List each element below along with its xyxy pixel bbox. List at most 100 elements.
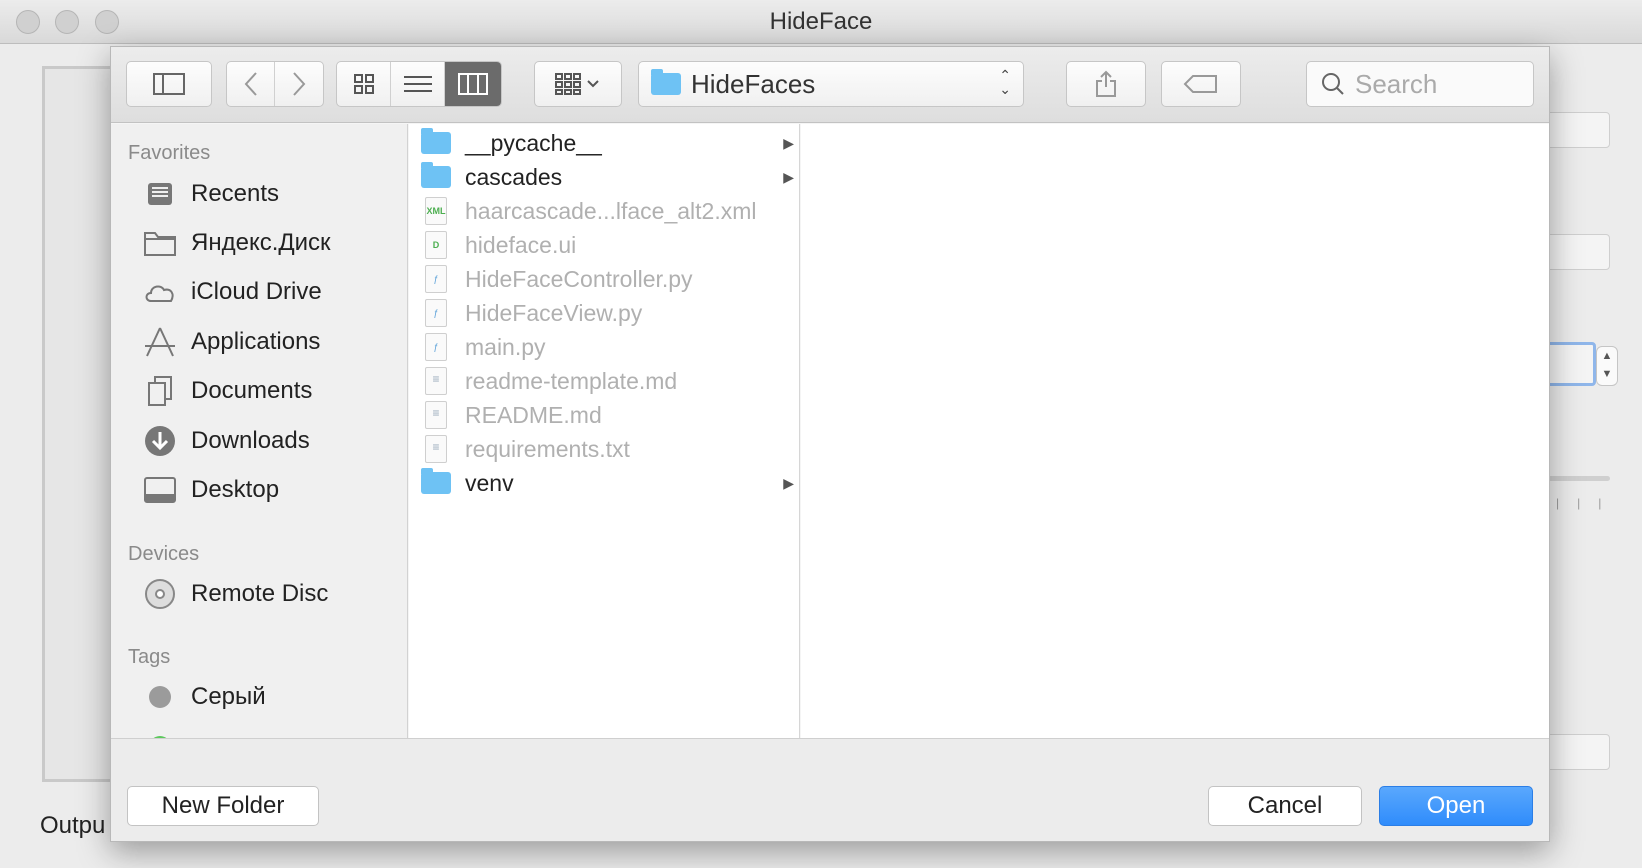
desktop-icon bbox=[143, 474, 177, 506]
sidebar-item-label: Recents bbox=[191, 180, 280, 207]
list-item[interactable]: cascades ▶ bbox=[409, 160, 800, 194]
file-name: HideFaceView.py bbox=[465, 299, 643, 326]
devices-header: Devices bbox=[128, 543, 200, 565]
folder-icon bbox=[421, 468, 451, 496]
sidebar-item-tag-green[interactable] bbox=[143, 727, 177, 738]
sidebar-item-label: Яндекс.Диск bbox=[191, 229, 331, 256]
sidebar: Favorites Recents Яндекс.Диск iCloud Dri… bbox=[111, 124, 408, 738]
arrange-grid-icon bbox=[555, 73, 599, 95]
parent-titlebar: HideFace bbox=[0, 0, 1642, 44]
folder-icon bbox=[651, 69, 681, 95]
favorites-header: Favorites bbox=[128, 142, 211, 164]
background-field[interactable] bbox=[1540, 234, 1610, 270]
history-nav bbox=[226, 61, 324, 107]
sidebar-item-label: Серый bbox=[191, 683, 266, 710]
list-view-icon bbox=[403, 76, 432, 92]
disclosure-arrow-icon: ▶ bbox=[783, 168, 794, 185]
sidebar-item-label: iCloud Drive bbox=[191, 278, 322, 305]
file-name: main.py bbox=[465, 333, 546, 360]
file-name: README.md bbox=[465, 401, 602, 428]
sidebar-item-desktop[interactable]: Desktop bbox=[143, 470, 279, 510]
chevron-right-icon bbox=[293, 72, 306, 96]
folder-icon bbox=[143, 227, 177, 259]
list-item[interactable]: __pycache__ ▶ bbox=[409, 126, 800, 160]
file-name: cascades bbox=[465, 163, 563, 190]
cloud-icon bbox=[143, 276, 177, 308]
list-item: ≡ readme-template.md bbox=[409, 364, 800, 398]
forward-button[interactable] bbox=[275, 62, 323, 106]
arrange-button[interactable] bbox=[534, 61, 622, 107]
background-field[interactable] bbox=[1540, 112, 1610, 148]
preview-column bbox=[801, 124, 1549, 738]
sidebar-item-label: Remote Disc bbox=[191, 580, 329, 607]
list-view-button[interactable] bbox=[391, 62, 445, 106]
sidebar-item-remote-disc[interactable]: Remote Disc bbox=[143, 574, 328, 614]
sidebar-item-recents[interactable]: Recents bbox=[143, 174, 279, 214]
sidebar-item-label: Desktop bbox=[191, 476, 280, 503]
folder-icon bbox=[421, 128, 451, 156]
new-folder-button[interactable]: New Folder bbox=[127, 786, 319, 826]
sidebar-item-label: Applications bbox=[191, 328, 321, 355]
file-column: __pycache__ ▶ cascades ▶ XML haarcascade… bbox=[409, 124, 800, 738]
background-field[interactable] bbox=[1540, 734, 1610, 770]
file-name: venv bbox=[465, 469, 514, 496]
background-stepper[interactable]: ▲ ▼ bbox=[1596, 346, 1618, 386]
output-label: Outpu bbox=[40, 812, 106, 839]
file-name: haarcascade...lface_alt2.xml bbox=[465, 197, 757, 224]
column-view-icon bbox=[458, 73, 488, 95]
list-item: ƒ HideFaceController.py bbox=[409, 262, 800, 296]
sidebar-item-tag-gray[interactable]: Серый bbox=[143, 677, 266, 717]
window-title: HideFace bbox=[769, 8, 873, 35]
tags-header: Tags bbox=[128, 646, 171, 668]
path-label: HideFaces bbox=[691, 68, 816, 99]
list-item: ≡ README.md bbox=[409, 398, 800, 432]
tag-dot-icon bbox=[143, 681, 177, 713]
file-name: requirements.txt bbox=[465, 435, 630, 462]
list-item: ƒ HideFaceView.py bbox=[409, 296, 800, 330]
updown-chevron-icon: ⌃ ⌄ bbox=[999, 67, 1011, 97]
tag-icon bbox=[1183, 75, 1217, 93]
list-item: ≡ requirements.txt bbox=[409, 432, 800, 466]
sidebar-icon bbox=[153, 73, 185, 95]
column-view-button[interactable] bbox=[445, 62, 501, 106]
icon-view-button[interactable] bbox=[337, 62, 391, 106]
sidebar-item-label: Downloads bbox=[191, 427, 310, 454]
sidebar-item-downloads[interactable]: Downloads bbox=[143, 421, 310, 461]
search-input[interactable] bbox=[1355, 68, 1515, 100]
share-button[interactable] bbox=[1066, 61, 1146, 107]
sidebar-item-icloud-drive[interactable]: iCloud Drive bbox=[143, 272, 322, 312]
recents-icon bbox=[143, 178, 177, 210]
python-file-icon: ƒ bbox=[421, 299, 451, 327]
chevron-left-icon bbox=[244, 72, 257, 96]
disclosure-arrow-icon: ▶ bbox=[783, 474, 794, 491]
search-field[interactable] bbox=[1306, 61, 1534, 107]
slider-ticks: ||| bbox=[1556, 496, 1620, 510]
documents-icon bbox=[143, 375, 177, 407]
background-slider[interactable] bbox=[1548, 476, 1610, 481]
list-item: D hideface.ui bbox=[409, 228, 800, 262]
search-icon bbox=[1322, 73, 1344, 95]
python-file-icon: ƒ bbox=[421, 333, 451, 361]
sidebar-item-label: Documents bbox=[191, 377, 313, 404]
disclosure-arrow-icon: ▶ bbox=[783, 134, 794, 151]
view-mode-control bbox=[336, 61, 502, 107]
file-name: HideFaceController.py bbox=[465, 265, 693, 292]
sidebar-item-yandex-disk[interactable]: Яндекс.Диск bbox=[143, 223, 331, 263]
applications-icon bbox=[143, 326, 177, 358]
sidebar-toggle-button[interactable] bbox=[126, 61, 212, 107]
open-button[interactable]: Open bbox=[1379, 786, 1533, 826]
disc-icon bbox=[143, 578, 177, 610]
cancel-button[interactable]: Cancel bbox=[1208, 786, 1362, 826]
list-item[interactable]: venv ▶ bbox=[409, 466, 800, 500]
sidebar-item-documents[interactable]: Documents bbox=[143, 371, 312, 411]
file-name: readme-template.md bbox=[465, 367, 678, 394]
icon-view-icon bbox=[353, 74, 374, 94]
open-dialog: HideFaces ⌃⌄ Favorites Recents Яндекс.Ди… bbox=[110, 46, 1550, 842]
downloads-icon bbox=[143, 425, 177, 457]
path-popup[interactable]: HideFaces ⌃ ⌄ bbox=[638, 61, 1024, 107]
tag-button[interactable] bbox=[1161, 61, 1241, 107]
python-file-icon: ƒ bbox=[421, 265, 451, 293]
back-button[interactable] bbox=[227, 62, 275, 106]
list-item: ƒ main.py bbox=[409, 330, 800, 364]
sidebar-item-applications[interactable]: Applications bbox=[143, 322, 320, 362]
